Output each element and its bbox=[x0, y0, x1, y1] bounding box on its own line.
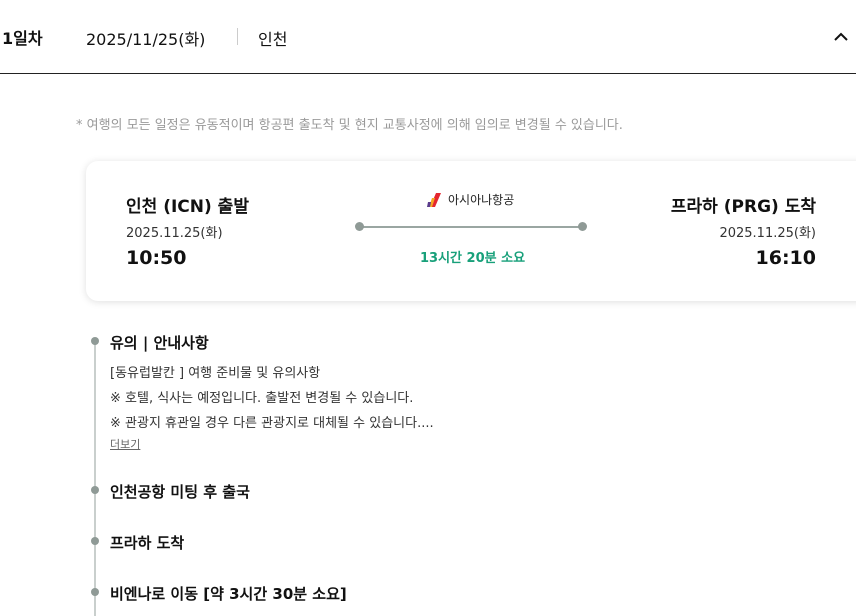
route-line bbox=[360, 226, 582, 228]
arrival-time: 16:10 bbox=[755, 247, 816, 269]
timeline-dot bbox=[91, 537, 99, 545]
airline-name: 아시아나항공 bbox=[448, 193, 515, 207]
arrival-title: 프라하 (PRG) 도착 bbox=[670, 197, 816, 217]
divider bbox=[237, 28, 238, 45]
route-start-dot bbox=[355, 222, 364, 231]
timeline-dot bbox=[91, 486, 99, 494]
departure-date: 2025.11.25(화) bbox=[126, 226, 223, 241]
chevron-up-icon[interactable] bbox=[832, 28, 850, 46]
departure-title: 인천 (ICN) 출발 bbox=[126, 197, 249, 217]
flight-duration: 13시간 20분 소요 bbox=[420, 251, 526, 266]
day-date: 2025/11/25(화) bbox=[86, 30, 206, 49]
timeline-dot bbox=[91, 588, 99, 596]
flight-card: 인천 (ICN) 출발 2025.11.25(화) 10:50 아시아나항공 1… bbox=[86, 161, 856, 301]
timeline-item-title: 프라하 도착 bbox=[110, 534, 185, 552]
asiana-logo-icon bbox=[426, 192, 442, 208]
notice-line: [동유럽발칸 ] 여행 준비물 및 유의사항 bbox=[110, 366, 321, 381]
timeline-line bbox=[94, 340, 96, 616]
arrival-date: 2025.11.25(화) bbox=[719, 226, 816, 241]
route-end-dot bbox=[578, 222, 587, 231]
timeline-item-title: 인천공항 미팅 후 출국 bbox=[110, 483, 250, 501]
notice-line: ※ 관광지 휴관일 경우 다른 관광지로 대체될 수 있습니다.... bbox=[110, 416, 434, 431]
timeline-item-title: 비엔나로 이동 [약 3시간 30분 소요] bbox=[110, 585, 347, 603]
day-city: 인천 bbox=[258, 30, 288, 49]
schedule-notice: * 여행의 모든 일정은 유동적이며 항공편 출도착 및 현지 교통사정에 의해… bbox=[76, 118, 623, 133]
airline-info: 아시아나항공 bbox=[426, 191, 514, 208]
timeline-dot bbox=[91, 337, 99, 345]
day-label: 1일차 bbox=[2, 29, 43, 48]
notice-item-title: 유의 | 안내사항 bbox=[110, 334, 209, 352]
day-header[interactable]: 1일차 2025/11/25(화) 인천 bbox=[0, 0, 856, 74]
more-link[interactable]: 더보기 bbox=[110, 436, 140, 452]
notice-line: ※ 호텔, 식사는 예정입니다. 출발전 변경될 수 있습니다. bbox=[110, 391, 414, 406]
departure-time: 10:50 bbox=[126, 247, 187, 269]
